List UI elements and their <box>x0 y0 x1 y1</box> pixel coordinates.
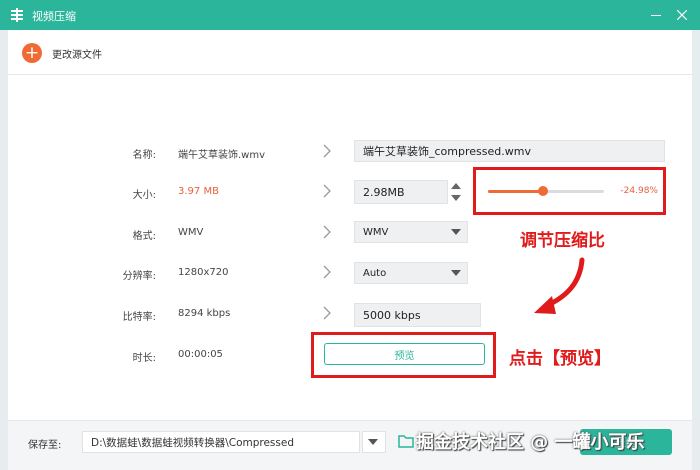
chevron-right-icon <box>323 184 331 198</box>
change-source-button[interactable]: + 更改源文件 <box>22 42 102 64</box>
close-button[interactable] <box>672 5 692 25</box>
resolution-select-value: Auto <box>363 267 387 279</box>
save-to-label: 保存至: <box>28 440 62 451</box>
bitrate-field[interactable]: 5000 kbps <box>354 303 481 327</box>
plus-circle-icon: + <box>22 43 42 63</box>
app-logo-icon <box>11 8 23 22</box>
resolution-label: 分辨率: <box>122 271 156 282</box>
folder-icon[interactable] <box>398 434 414 448</box>
format-select[interactable]: WMV <box>354 221 468 243</box>
save-path-dropdown[interactable] <box>362 431 386 453</box>
slider-highlight-box <box>473 167 666 215</box>
source-format-value: WMV <box>178 227 204 238</box>
save-path-field[interactable]: D:\数据蛙\数据蛙视频转换器\Compressed <box>82 431 360 453</box>
chevron-down-icon <box>451 229 461 235</box>
source-name-value: 端午艾草装饰.wmv <box>178 150 266 161</box>
output-name-field[interactable]: 端午艾草装饰_compressed.wmv <box>354 140 665 162</box>
preview-highlight-box <box>311 332 496 378</box>
chevron-right-icon <box>323 225 331 239</box>
window-frame-left <box>0 30 8 470</box>
window-frame-right <box>692 30 700 470</box>
bitrate-label: 比特率: <box>122 312 156 323</box>
change-source-label: 更改源文件 <box>52 49 102 61</box>
name-label: 名称: <box>132 150 156 161</box>
chevron-down-icon <box>368 439 378 445</box>
spin-down-icon[interactable] <box>450 194 462 202</box>
output-name-value: 端午艾草装饰_compressed.wmv <box>363 145 531 158</box>
chevron-down-icon <box>451 270 461 276</box>
chevron-right-icon <box>323 265 331 279</box>
window-title: 视频压缩 <box>32 10 76 23</box>
click-annotation: 点击【预览】 <box>509 349 611 369</box>
format-select-value: WMV <box>363 226 389 238</box>
output-size-field[interactable]: 2.98MB <box>354 180 448 204</box>
source-size-value: 3.97 MB <box>178 186 219 197</box>
chevron-right-icon <box>323 144 331 158</box>
format-label: 格式: <box>132 231 156 242</box>
close-icon <box>677 10 687 20</box>
minimize-icon <box>651 15 661 16</box>
adjust-annotation: 调节压缩比 <box>520 231 605 251</box>
bitrate-value: 5000 kbps <box>363 308 421 322</box>
source-resolution-value: 1280x720 <box>178 267 229 278</box>
divider <box>8 74 692 75</box>
duration-label: 时长: <box>132 353 156 364</box>
title-bar: 视频压缩 <box>0 0 700 30</box>
size-label: 大小: <box>132 190 156 201</box>
save-path-value: D:\数据蛙\数据蛙视频转换器\Compressed <box>91 436 294 449</box>
watermark-text: 掘金技术社区 @ 一罐小可乐 <box>416 432 645 453</box>
spin-up-icon[interactable] <box>450 182 462 190</box>
output-size-value: 2.98MB <box>363 185 405 199</box>
arrow-annotation-icon <box>534 257 585 314</box>
chevron-right-icon <box>323 306 331 320</box>
minimize-button[interactable] <box>646 5 666 25</box>
source-bitrate-value: 8294 kbps <box>178 308 231 319</box>
duration-value: 00:00:05 <box>178 349 223 360</box>
resolution-select[interactable]: Auto <box>354 262 468 284</box>
